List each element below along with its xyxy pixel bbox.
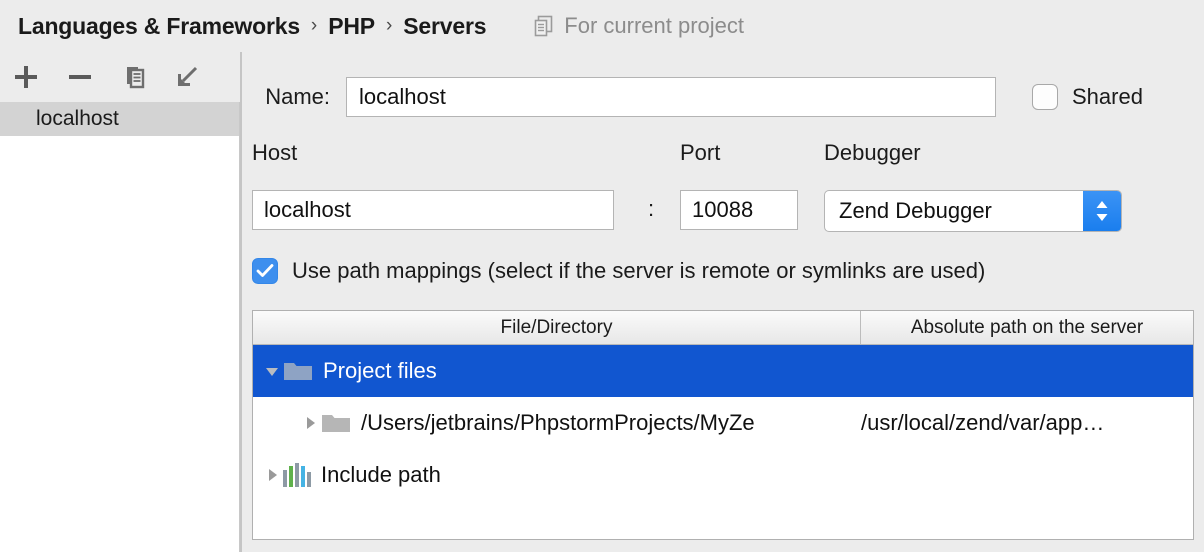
chevron-down-icon[interactable] bbox=[261, 360, 283, 382]
name-input[interactable]: localhost bbox=[346, 77, 996, 117]
breadcrumb-separator-2: › bbox=[385, 15, 393, 36]
shared-checkbox[interactable] bbox=[1032, 84, 1058, 110]
breadcrumb-separator-1: › bbox=[310, 15, 318, 36]
import-server-button[interactable] bbox=[172, 61, 204, 93]
table-row[interactable]: Include path bbox=[253, 449, 1193, 501]
for-current-project-badge: For current project bbox=[534, 13, 744, 39]
breadcrumb: Languages & Frameworks › PHP › Servers F… bbox=[0, 0, 1204, 52]
host-port-colon: : bbox=[648, 196, 655, 221]
host-input[interactable]: localhost bbox=[252, 190, 614, 230]
shared-label: Shared bbox=[1072, 84, 1143, 109]
breadcrumb-item-servers: Servers bbox=[403, 12, 487, 39]
use-path-mappings-label: Use path mappings (select if the server … bbox=[292, 258, 986, 283]
chevron-right-icon[interactable] bbox=[261, 464, 283, 486]
breadcrumb-item-php[interactable]: PHP bbox=[328, 13, 375, 40]
path-mappings-table[interactable]: File/Directory Absolute path on the serv… bbox=[252, 310, 1194, 540]
table-row[interactable]: /Users/jetbrains/PhpstormProjects/MyZe /… bbox=[253, 397, 1193, 449]
copy-server-button[interactable] bbox=[118, 61, 150, 93]
host-label: Host bbox=[252, 140, 298, 165]
folder-icon bbox=[283, 359, 313, 383]
server-list-item-localhost[interactable]: localhost bbox=[0, 102, 239, 136]
table-header: File/Directory Absolute path on the serv… bbox=[253, 311, 1193, 345]
table-row[interactable]: Project files bbox=[253, 345, 1193, 397]
row-file-label: /Users/jetbrains/PhpstormProjects/MyZe bbox=[361, 410, 755, 435]
debugger-select[interactable]: Zend Debugger bbox=[824, 190, 1122, 232]
add-server-button[interactable] bbox=[10, 61, 42, 93]
breadcrumb-item-languages-frameworks[interactable]: Languages & Frameworks bbox=[18, 13, 300, 40]
chevron-updown-icon[interactable] bbox=[1083, 191, 1121, 231]
copy-project-icon bbox=[534, 15, 555, 37]
use-path-mappings-checkbox[interactable] bbox=[252, 258, 278, 284]
debugger-label: Debugger bbox=[824, 140, 921, 165]
row-file-cell: Include path bbox=[253, 462, 861, 488]
row-server-label: /usr/local/zend/var/app… bbox=[861, 410, 1105, 435]
use-path-mappings-row[interactable]: Use path mappings (select if the server … bbox=[252, 258, 985, 284]
include-path-icon bbox=[283, 463, 311, 487]
port-label: Port bbox=[680, 140, 721, 165]
row-file-cell: /Users/jetbrains/PhpstormProjects/MyZe bbox=[253, 410, 861, 436]
for-current-project-label: For current project bbox=[564, 13, 745, 38]
server-list[interactable]: localhost bbox=[0, 102, 240, 552]
server-settings-panel: Name: localhost Shared Host Port Debugge… bbox=[242, 52, 1204, 552]
field-labels-row: Host Port Debugger bbox=[252, 140, 1204, 172]
remove-server-button[interactable] bbox=[64, 61, 96, 93]
name-row: Name: localhost Shared bbox=[242, 76, 1204, 118]
server-list-item-label: localhost bbox=[36, 107, 119, 130]
row-file-label: Include path bbox=[321, 462, 441, 487]
servers-sidebar: localhost bbox=[0, 52, 240, 552]
field-inputs-row: localhost : 10088 Zend Debugger bbox=[252, 190, 1204, 234]
shared-checkbox-group[interactable]: Shared bbox=[1032, 84, 1143, 110]
debugger-selected-value: Zend Debugger bbox=[839, 198, 992, 223]
chevron-right-icon[interactable] bbox=[299, 412, 321, 434]
row-file-label: Project files bbox=[323, 358, 437, 383]
folder-icon bbox=[321, 411, 351, 435]
servers-toolbar bbox=[0, 52, 240, 102]
port-input[interactable]: 10088 bbox=[680, 190, 798, 230]
column-header-absolute-path[interactable]: Absolute path on the server bbox=[861, 311, 1193, 344]
row-server-cell: /usr/local/zend/var/app… bbox=[861, 410, 1193, 436]
column-header-file-directory[interactable]: File/Directory bbox=[253, 311, 861, 344]
row-file-cell: Project files bbox=[253, 358, 861, 384]
name-label: Name: bbox=[265, 84, 330, 109]
